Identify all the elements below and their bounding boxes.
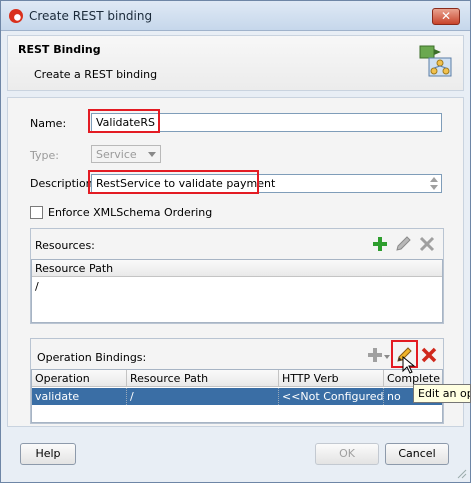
delete-icon: [419, 236, 435, 252]
edit-tooltip: Edit an operation: [413, 384, 471, 403]
table-row[interactable]: /: [32, 278, 442, 295]
name-label: Name:: [30, 117, 67, 130]
resources-header: Resource Path: [32, 260, 442, 277]
dialog-body: Name: ValidateRS Type: Service Descripti…: [7, 97, 464, 427]
close-button[interactable]: ✕: [432, 8, 460, 25]
edit-icon: [396, 236, 411, 251]
spin-up-icon: [430, 177, 438, 182]
window-title: Create REST binding: [29, 9, 153, 23]
add-icon: [373, 237, 387, 251]
create-rest-binding-dialog: Create REST binding ✕ REST Binding Creat…: [0, 0, 471, 483]
description-spinner[interactable]: [427, 174, 441, 193]
chevron-down-icon: [148, 152, 156, 157]
cursor-icon: [402, 356, 416, 374]
name-highlight: [88, 109, 160, 133]
http-verb-column-header[interactable]: HTTP Verb: [279, 370, 384, 387]
resources-table: Resource Path /: [31, 259, 443, 323]
operation-bindings-table: Operation Resource Path HTTP Verb Comple…: [31, 369, 443, 423]
operations-header: Operation Resource Path HTTP Verb Comple…: [32, 370, 442, 387]
resize-grip-icon[interactable]: [457, 469, 467, 479]
http-verb-cell: <<Not Configured...: [279, 388, 384, 405]
operation-column-header[interactable]: Operation: [32, 370, 127, 387]
resource-path-cell: /: [127, 388, 279, 405]
close-icon: ✕: [440, 9, 452, 23]
type-select[interactable]: Service: [91, 145, 161, 163]
add-icon: [368, 348, 382, 362]
add-resource-button[interactable]: [371, 235, 389, 253]
delete-icon: [421, 347, 437, 363]
spin-down-icon: [430, 185, 438, 190]
description-highlight: [88, 170, 259, 194]
cancel-button[interactable]: Cancel: [385, 443, 449, 465]
operation-bindings-title: Operation Bindings:: [37, 351, 147, 364]
rest-binding-icon: [419, 45, 452, 77]
type-value: Service: [96, 148, 137, 161]
resource-path-cell: /: [35, 280, 39, 293]
app-icon: [9, 9, 23, 23]
delete-operation-button[interactable]: [420, 346, 438, 364]
enforce-label: Enforce XMLSchema Ordering: [48, 206, 213, 219]
resource-path-column-header[interactable]: Resource Path: [127, 370, 279, 387]
operation-bindings-panel: Operation Bindings: Operation Resource P…: [30, 338, 444, 424]
edit-resource-button[interactable]: [394, 235, 412, 253]
add-operation-button[interactable]: [367, 346, 391, 364]
header-title: REST Binding: [18, 43, 101, 56]
table-row[interactable]: validate / <<Not Configured... no: [32, 388, 442, 405]
resources-title: Resources:: [35, 239, 95, 252]
chevron-down-icon: [384, 355, 390, 359]
enforce-checkbox[interactable]: [30, 206, 43, 219]
description-label: Description:: [30, 177, 97, 190]
dialog-header: REST Binding Create a REST binding: [7, 35, 464, 91]
operation-cell: validate: [32, 388, 127, 405]
type-label: Type:: [30, 149, 59, 162]
delete-resource-button[interactable]: [418, 235, 436, 253]
help-button[interactable]: Help: [20, 443, 76, 465]
header-subtitle: Create a REST binding: [34, 68, 158, 81]
title-bar[interactable]: Create REST binding ✕: [1, 1, 470, 31]
resource-path-header[interactable]: Resource Path: [32, 260, 442, 277]
ok-button[interactable]: OK: [315, 443, 379, 465]
resources-panel: Resources: Resource Path /: [30, 228, 444, 324]
